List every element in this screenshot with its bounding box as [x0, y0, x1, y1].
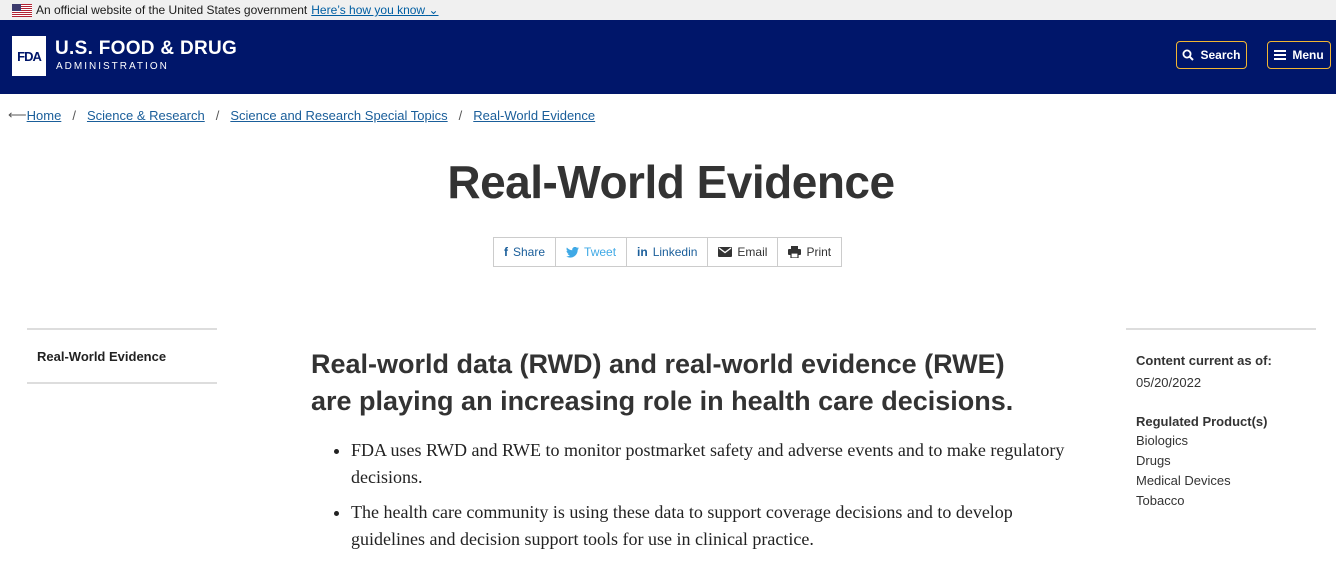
menu-button[interactable]: Menu [1267, 41, 1331, 69]
facebook-icon: f [504, 245, 508, 259]
us-flag-icon [12, 3, 32, 17]
gov-banner: An official website of the United States… [0, 0, 1336, 20]
print-label: Print [806, 245, 832, 259]
search-button[interactable]: Search [1176, 41, 1247, 69]
breadcrumb-separator: / [72, 107, 76, 123]
linkedin-label: Linkedin [652, 245, 698, 259]
breadcrumb-separator: / [458, 107, 463, 123]
site-subtitle: ADMINISTRATION [56, 61, 169, 72]
search-icon [1182, 49, 1195, 61]
email-button[interactable]: Email [708, 238, 779, 266]
list-item: The health care community is using these… [351, 499, 1071, 553]
printer-icon [788, 246, 802, 258]
hamburger-icon [1274, 50, 1287, 60]
bullet-list: FDA uses RWD and RWE to monitor postmark… [311, 437, 1071, 561]
twitter-icon [566, 246, 580, 258]
menu-button-label: Menu [1292, 48, 1324, 62]
envelope-icon [718, 247, 733, 257]
product-link[interactable]: Biologics [1136, 431, 1316, 451]
chevron-down-icon: ⌄ [428, 3, 439, 17]
search-button-label: Search [1200, 48, 1241, 62]
left-nav-item-rwe[interactable]: Real-World Evidence [37, 349, 166, 364]
list-item: FDA uses RWD and RWE to monitor postmark… [351, 437, 1071, 491]
share-button[interactable]: f Share [494, 238, 557, 266]
breadcrumb-home[interactable]: Home [27, 108, 62, 123]
regulated-products-label: Regulated Product(s) [1136, 414, 1268, 429]
share-label: Share [513, 245, 546, 259]
product-link[interactable]: Tobacco [1136, 491, 1316, 511]
lead-heading: Real-world data (RWD) and real-world evi… [311, 349, 1014, 416]
breadcrumb-separator: / [215, 107, 220, 123]
content-current-label: Content current as of: [1136, 353, 1272, 368]
breadcrumb: ⟵ Home / Science & Research / Science an… [8, 107, 595, 123]
breadcrumb-special-topics[interactable]: Science and Research Special Topics [230, 108, 447, 123]
page-title: Real-World Evidence [447, 156, 895, 208]
right-sidebar: Content current as of: 05/20/2022 Regula… [1126, 328, 1316, 511]
back-arrow-icon: ⟵ [8, 107, 27, 122]
email-label: Email [737, 245, 768, 259]
left-nav: Real-World Evidence [27, 328, 217, 384]
print-button[interactable]: Print [778, 238, 841, 266]
linkedin-button[interactable]: in Linkedin [627, 238, 709, 266]
linkedin-icon: in [637, 245, 648, 259]
product-link[interactable]: Drugs [1136, 451, 1316, 471]
fda-logo[interactable]: FDA [12, 36, 46, 76]
site-header: FDA U.S. FOOD & DRUG ADMINISTRATION Sear… [0, 20, 1336, 94]
site-title[interactable]: U.S. FOOD & DRUG [55, 38, 237, 60]
heres-how-you-know-link[interactable]: Here’s how you know ⌄ [311, 3, 438, 17]
tweet-button[interactable]: Tweet [556, 238, 628, 266]
breadcrumb-rwe[interactable]: Real-World Evidence [473, 108, 595, 123]
gov-banner-text: An official website of the United States… [36, 3, 308, 17]
content-current-date: 05/20/2022 [1136, 375, 1202, 390]
tweet-label: Tweet [584, 245, 617, 259]
share-bar: f Share Tweet in Linkedin Email Print [493, 237, 843, 267]
breadcrumb-science-research[interactable]: Science & Research [87, 108, 205, 123]
product-link[interactable]: Medical Devices [1136, 471, 1316, 491]
